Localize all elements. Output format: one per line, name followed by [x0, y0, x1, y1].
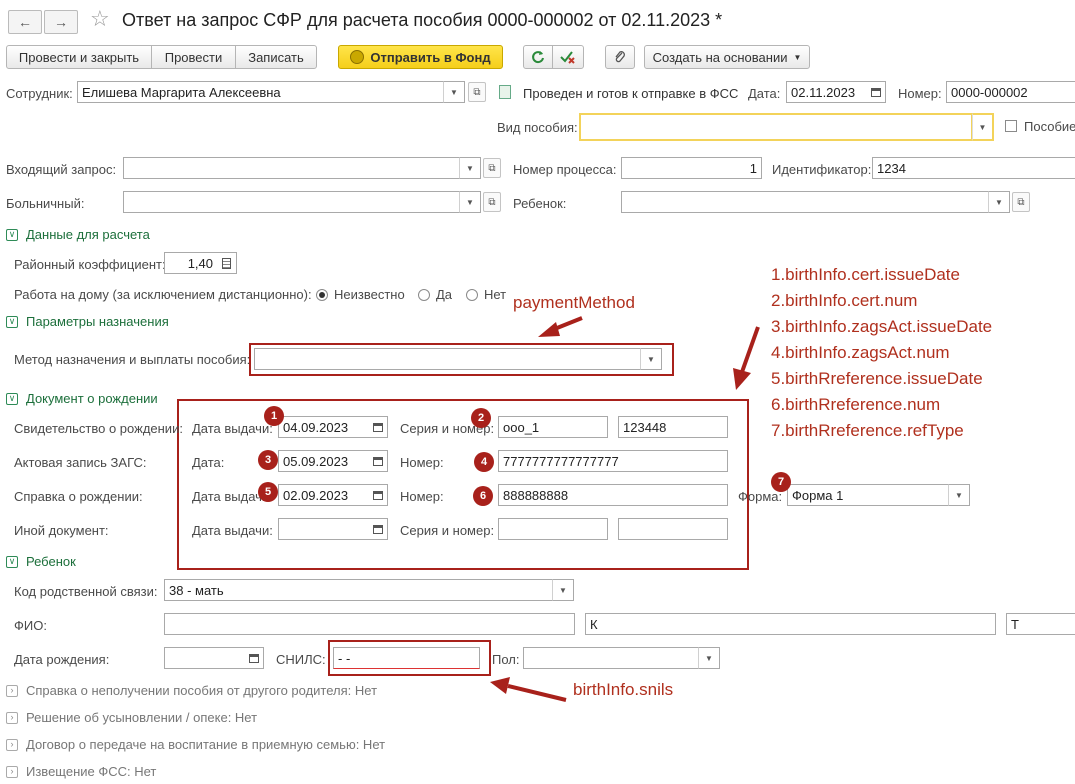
annotation-arrows — [490, 316, 760, 702]
arrow-snils — [507, 684, 567, 702]
arrow-birth-document — [740, 326, 760, 373]
